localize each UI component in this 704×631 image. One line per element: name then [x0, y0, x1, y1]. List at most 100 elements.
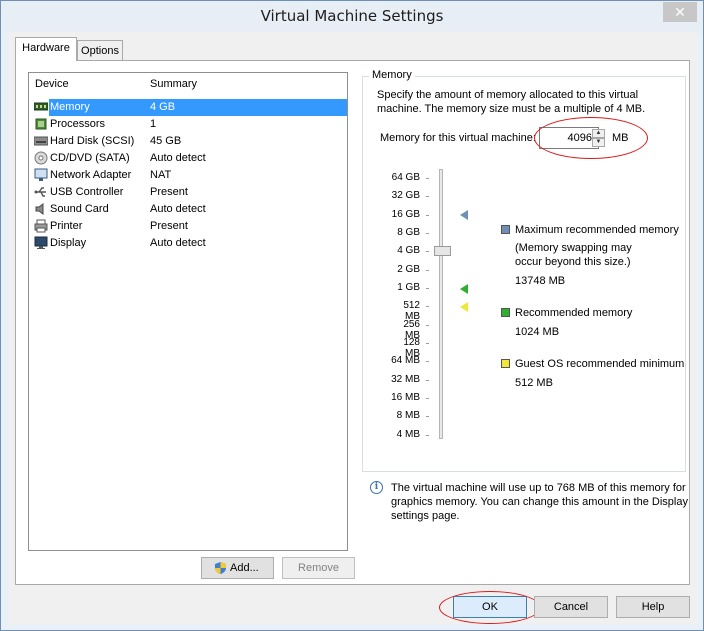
guest-min-value: 512 MB: [515, 377, 553, 389]
scale-label: 32 MB: [391, 374, 420, 385]
scale-tick: [426, 178, 429, 179]
close-button[interactable]: ✕: [663, 2, 697, 22]
scale-label: 1 GB: [397, 282, 420, 293]
device-row-display[interactable]: Display Auto detect: [29, 235, 347, 252]
scale-tick: [426, 196, 429, 197]
memory-group-title: Memory: [369, 69, 415, 81]
hard-disk-icon: [34, 136, 48, 146]
guest-min-label: Guest OS recommended minimum: [515, 358, 685, 370]
hardware-panel: Device Summary Memory 4 GB Processors 1 …: [15, 60, 690, 585]
uac-shield-icon: [215, 562, 226, 574]
device-row-processors[interactable]: Processors 1: [29, 116, 347, 133]
device-name: Processors: [50, 118, 106, 130]
device-row-sound-card[interactable]: Sound Card Auto detect: [29, 201, 347, 218]
scale-tick: [426, 215, 429, 216]
scale-tick: [426, 435, 429, 436]
max-recommended-value: 13748 MB: [515, 275, 566, 287]
device-list-header: Device Summary: [29, 73, 347, 95]
highlight-circle-ok: [439, 591, 541, 624]
scale-label: 16 MB: [391, 392, 420, 403]
scale-label: 4 MB: [396, 429, 420, 440]
recommended-marker-icon: [460, 284, 468, 294]
scale-tick: [426, 380, 429, 381]
device-summary: Auto detect: [150, 237, 206, 249]
scale-tick: [426, 288, 429, 289]
scale-tick: [426, 416, 429, 417]
device-name: Display: [50, 237, 87, 249]
help-button[interactable]: Help: [616, 596, 690, 618]
device-summary: Auto detect: [150, 203, 206, 215]
device-name: Network Adapter: [50, 169, 132, 181]
device-name: USB Controller: [50, 186, 124, 198]
usb-icon: [34, 187, 46, 197]
device-row-printer[interactable]: Printer Present: [29, 218, 347, 235]
max-recommended-swatch-icon: [501, 225, 510, 234]
device-row-network-adapter[interactable]: Network Adapter NAT: [29, 167, 347, 184]
cd-dvd-icon: [34, 151, 48, 165]
device-name: Memory: [49, 99, 148, 116]
info-icon: i: [370, 481, 383, 494]
scale-tick: [426, 343, 429, 344]
scale-label: 8 MB: [396, 410, 420, 421]
graphics-memory-info: The virtual machine will use up to 768 M…: [391, 482, 688, 522]
max-recommended-note: (Memory swapping may occur beyond this s…: [515, 242, 632, 268]
device-name: Printer: [50, 220, 83, 232]
summary-column-header[interactable]: Summary: [150, 78, 197, 90]
device-summary: Present: [150, 220, 188, 232]
scale-label: 8 GB: [397, 227, 420, 238]
guest-min-swatch-icon: [501, 359, 510, 368]
device-summary: 45 GB: [150, 135, 182, 147]
device-name: Sound Card: [50, 203, 109, 215]
scale-tick: [426, 361, 429, 362]
scale-label: 64 MB: [391, 355, 420, 366]
scale-tick: [426, 325, 429, 326]
recommended-label: Recommended memory: [515, 307, 633, 319]
max-recommended-marker-icon: [460, 210, 468, 220]
vm-settings-window: Virtual Machine Settings ✕ Hardware Opti…: [0, 0, 704, 631]
scale-tick: [426, 270, 429, 271]
device-summary: Present: [150, 186, 188, 198]
scale-label: 2 GB: [397, 264, 420, 275]
highlight-circle-memory: [534, 117, 648, 159]
title-bar: Virtual Machine Settings ✕: [1, 1, 703, 33]
cancel-button[interactable]: Cancel: [534, 596, 608, 618]
printer-icon: [34, 219, 48, 233]
add-button[interactable]: Add...: [201, 557, 274, 579]
sound-card-icon: [35, 203, 44, 215]
memory-slider-track[interactable]: [439, 169, 443, 439]
scale-tick: [426, 251, 429, 252]
recommended-swatch-icon: [501, 308, 510, 317]
scale-label: 64 GB: [391, 172, 420, 183]
add-button-label: Add...: [230, 562, 259, 574]
device-summary: NAT: [150, 169, 172, 181]
scale-tick: [426, 233, 429, 234]
scale-label: 4 GB: [397, 245, 420, 256]
device-summary: 4 GB: [148, 99, 347, 116]
memory-icon: [34, 102, 48, 111]
device-summary: 1: [150, 118, 157, 130]
memory-slider-thumb[interactable]: [434, 246, 451, 256]
device-list[interactable]: Device Summary Memory 4 GB Processors 1 …: [28, 72, 348, 551]
device-row-usb-controller[interactable]: USB Controller Present: [29, 184, 347, 201]
scale-tick: [426, 398, 429, 399]
device-row-hard-disk[interactable]: Hard Disk (SCSI) 45 GB: [29, 133, 347, 150]
scale-tick: [426, 306, 429, 307]
max-recommended-label: Maximum recommended memory: [515, 224, 679, 236]
display-icon: [34, 236, 48, 249]
device-summary: Auto detect: [150, 152, 206, 164]
remove-button[interactable]: Remove: [282, 557, 355, 579]
memory-field-label: Memory for this virtual machine:: [380, 132, 536, 144]
scale-label: 16 GB: [391, 209, 420, 220]
dialog-client: Hardware Options Device Summary Memory 4…: [8, 32, 697, 624]
network-adapter-icon: [34, 168, 48, 181]
device-row-memory[interactable]: Memory 4 GB: [29, 99, 347, 116]
scale-label: 32 GB: [391, 190, 420, 201]
device-name: Hard Disk (SCSI): [50, 135, 135, 147]
tab-options[interactable]: Options: [77, 40, 123, 62]
window-title: Virtual Machine Settings: [260, 7, 444, 25]
tab-hardware[interactable]: Hardware: [15, 37, 77, 61]
device-column-header[interactable]: Device: [35, 78, 69, 90]
recommended-value: 1024 MB: [515, 326, 560, 338]
memory-description: Specify the amount of memory allocated t…: [377, 89, 646, 115]
device-row-cd-dvd[interactable]: CD/DVD (SATA) Auto detect: [29, 150, 347, 167]
